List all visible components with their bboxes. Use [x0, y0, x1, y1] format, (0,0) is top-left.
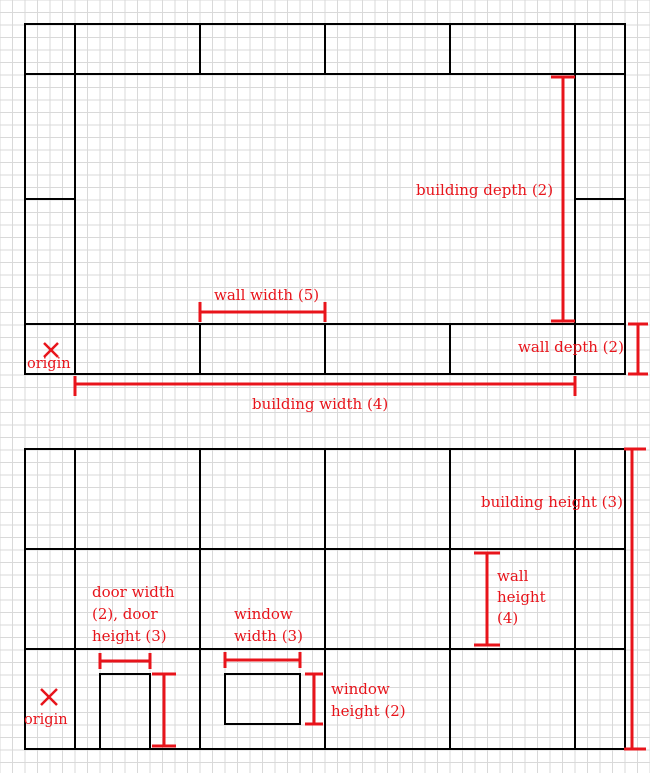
building-height-label: building height (3): [481, 493, 623, 511]
building-width-label: building width (4): [252, 395, 388, 413]
wall-height-label: wall height (4): [497, 567, 550, 627]
elevation-origin-label: origin: [24, 712, 68, 728]
door-size-label: door width (2), door height (3): [92, 583, 179, 645]
wall-width-label: wall width (5): [214, 286, 319, 304]
plan-origin-label: origin: [27, 356, 71, 372]
origin-marker-icon: [40, 688, 58, 706]
building-diagram: building depth (2) wall width (5) wall d…: [0, 0, 650, 773]
door-height-dimension: [152, 672, 176, 748]
building-depth-label: building depth (2): [416, 181, 553, 199]
window-height-dimension: [305, 672, 323, 726]
wall-depth-dimension: [628, 322, 648, 376]
building-height-dimension: [624, 447, 646, 751]
building-depth-dimension: [551, 75, 575, 323]
wall-depth-label: wall depth (2): [518, 338, 624, 356]
